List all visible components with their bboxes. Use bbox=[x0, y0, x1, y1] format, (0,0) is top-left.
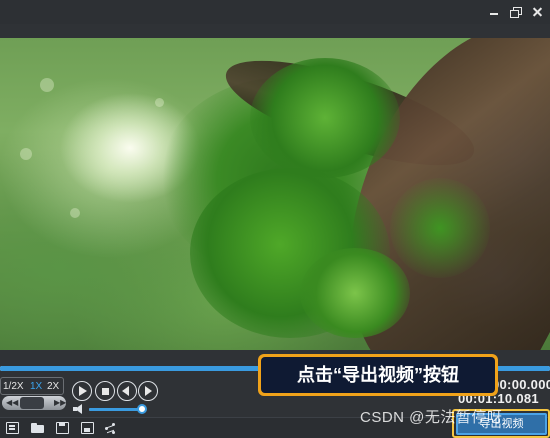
foliage bbox=[390, 178, 490, 278]
instruction-callout: 点击“导出视频”按钮 bbox=[258, 354, 498, 396]
restore-icon[interactable] bbox=[508, 4, 524, 20]
speed-1x-button[interactable]: 1X bbox=[30, 381, 42, 392]
play-button[interactable] bbox=[72, 381, 92, 401]
save-as-icon[interactable] bbox=[81, 422, 94, 434]
jog-knob[interactable] bbox=[20, 397, 44, 409]
next-frame-button[interactable] bbox=[138, 381, 158, 401]
foliage bbox=[250, 58, 400, 178]
fast-forward-icon[interactable]: ▶▶ bbox=[54, 398, 66, 407]
speed-half-button[interactable]: 1/2X bbox=[3, 381, 24, 392]
new-project-icon[interactable] bbox=[6, 422, 19, 434]
foliage bbox=[300, 248, 410, 338]
video-preview[interactable] bbox=[0, 38, 550, 350]
previous-frame-button[interactable] bbox=[117, 381, 137, 401]
watermark: CSDN @无法暂停呀 bbox=[360, 409, 503, 426]
volume-slider[interactable] bbox=[89, 408, 143, 411]
share-icon[interactable] bbox=[104, 422, 117, 434]
rewind-icon[interactable]: ◀◀ bbox=[6, 398, 18, 407]
bokeh bbox=[155, 98, 164, 107]
callout-text: 点击“导出视频”按钮 bbox=[261, 357, 495, 393]
bokeh bbox=[40, 78, 54, 92]
bokeh bbox=[20, 148, 32, 160]
bokeh bbox=[70, 208, 80, 218]
volume-slider-handle[interactable] bbox=[137, 404, 147, 414]
title-bar bbox=[0, 0, 550, 24]
open-folder-icon[interactable] bbox=[31, 422, 44, 434]
save-icon[interactable] bbox=[56, 422, 69, 434]
volume-fill bbox=[89, 408, 143, 411]
current-time: 00:00.000 bbox=[492, 377, 550, 392]
video-editor-window: 1/2X 1X 2X ◀◀ ▶▶ 00:00.000 00:01:10.081 … bbox=[0, 0, 550, 438]
close-icon[interactable] bbox=[530, 4, 546, 20]
minimize-icon[interactable] bbox=[487, 4, 503, 20]
speed-2x-button[interactable]: 2X bbox=[47, 381, 59, 392]
volume-icon[interactable] bbox=[73, 404, 85, 414]
stop-button[interactable] bbox=[95, 381, 115, 401]
